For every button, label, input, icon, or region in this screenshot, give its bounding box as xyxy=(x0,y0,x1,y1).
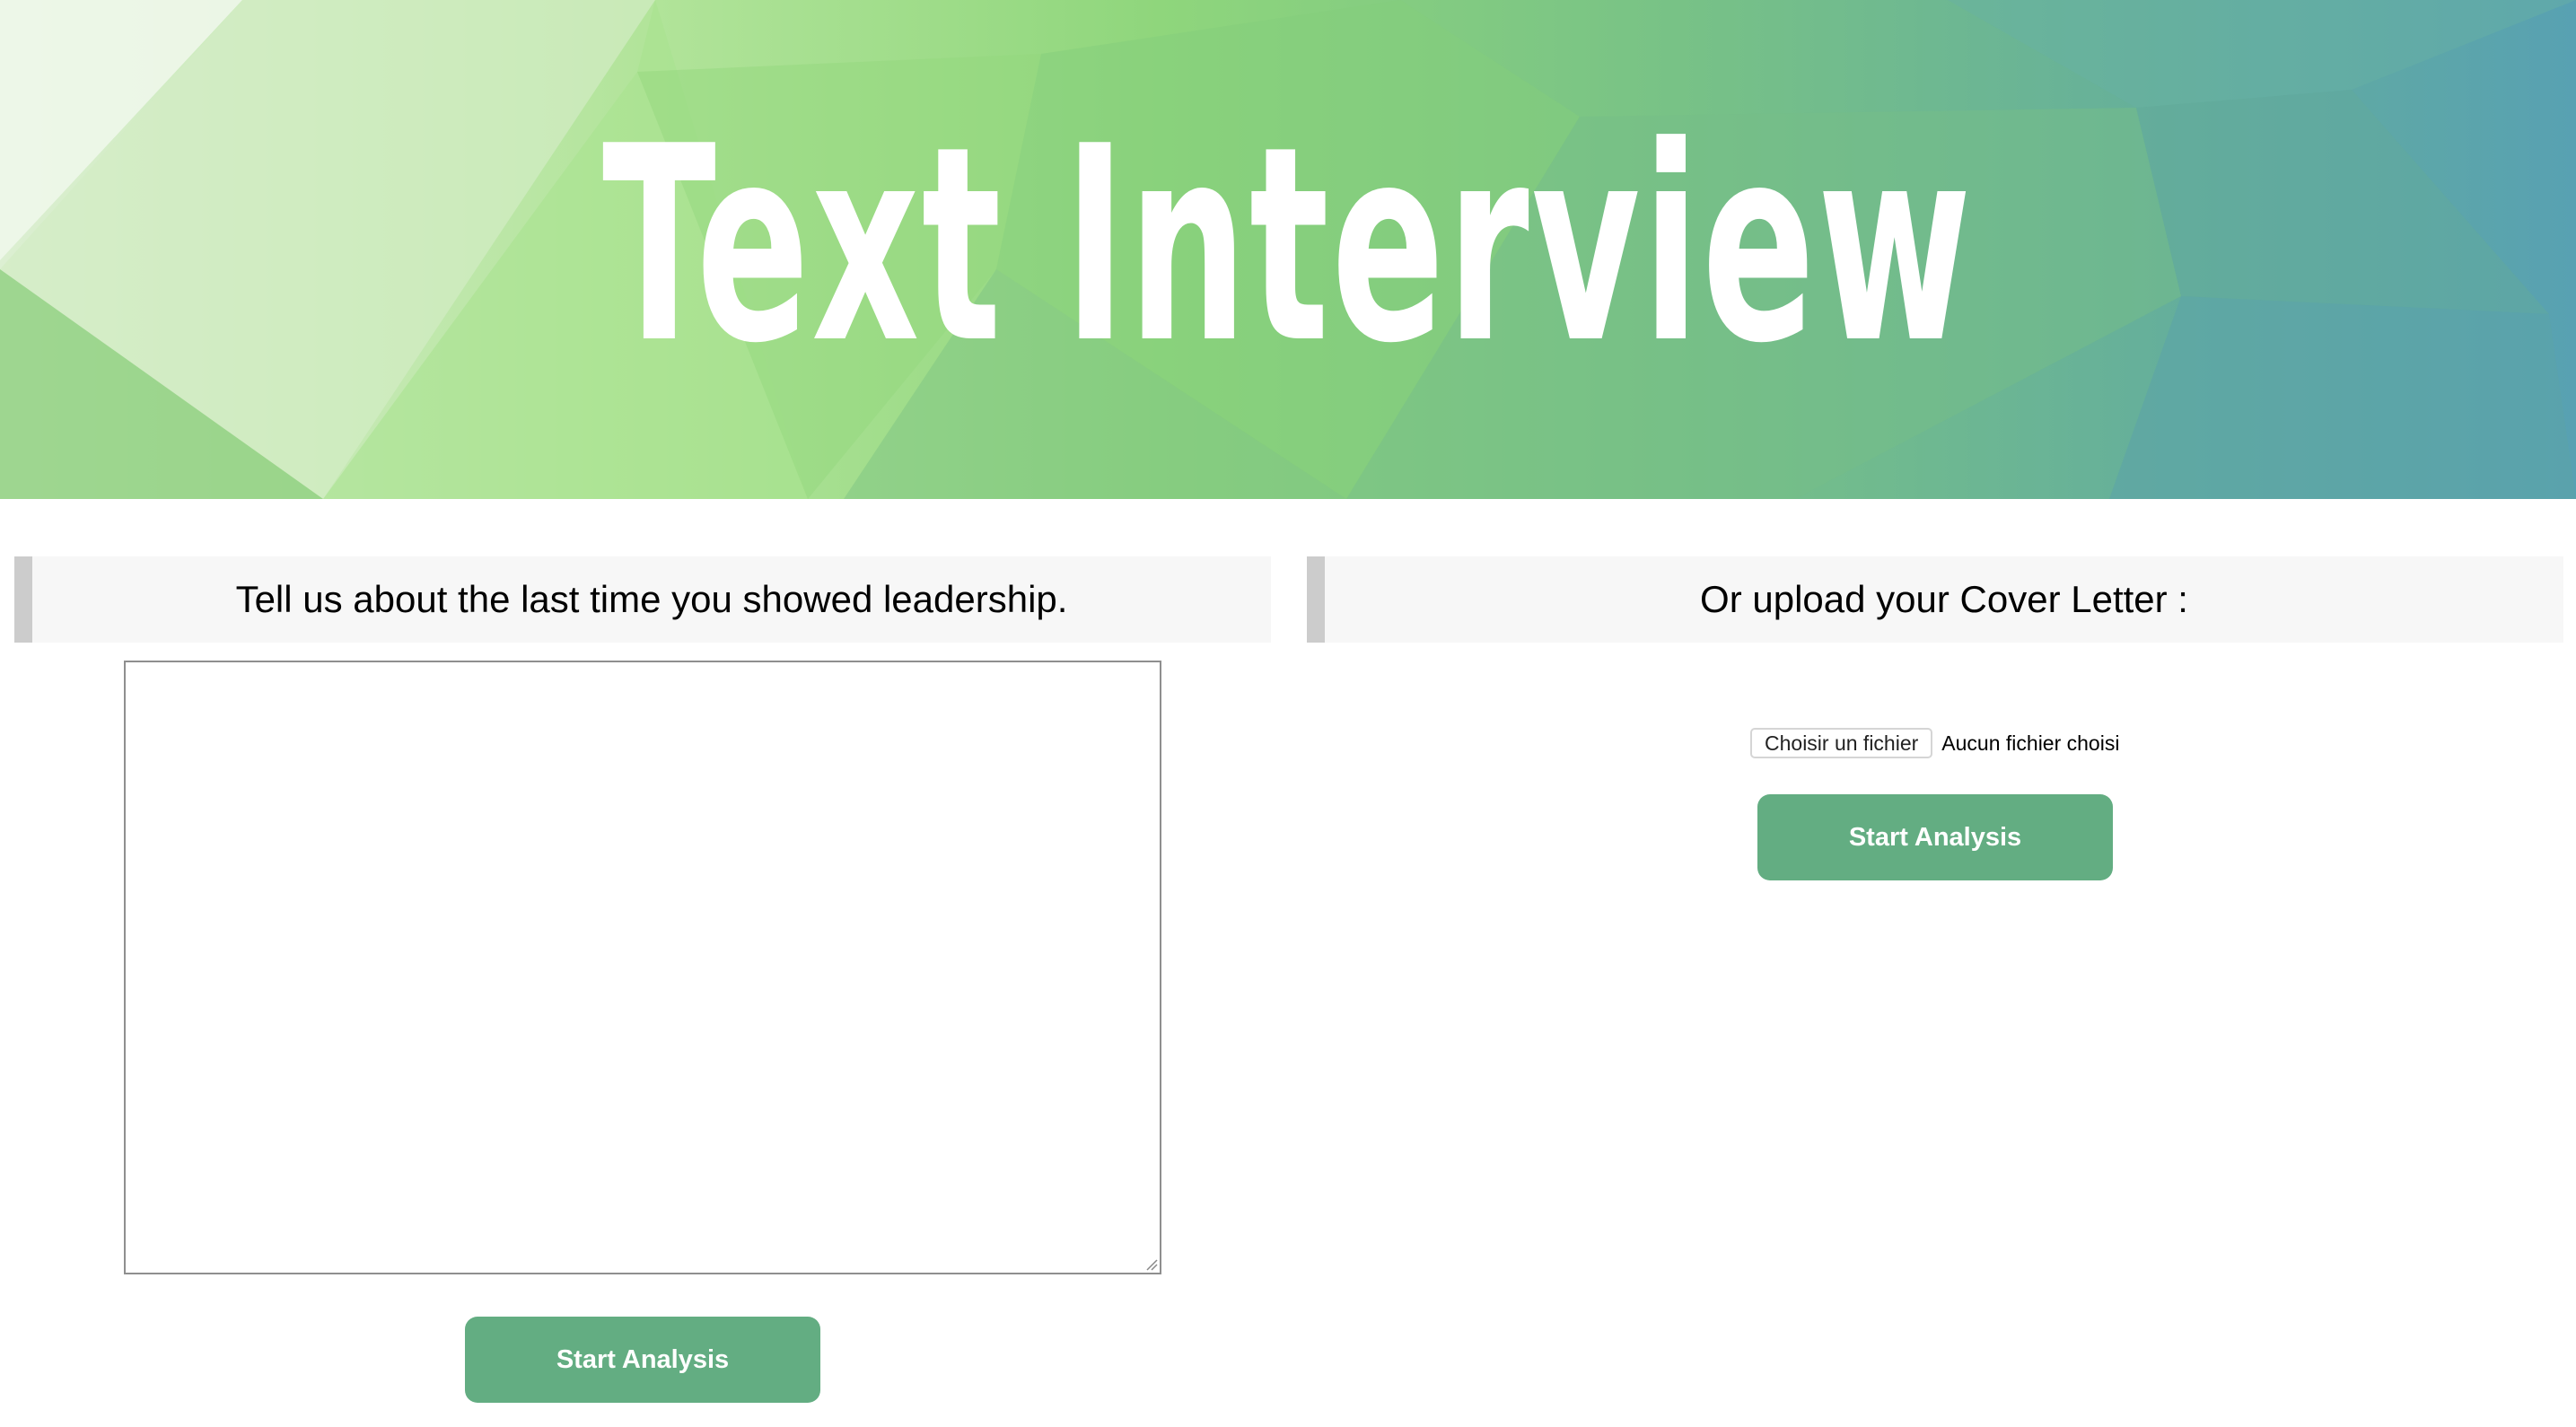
start-analysis-upload-button[interactable]: Start Analysis xyxy=(1757,794,2113,880)
question-header: Tell us about the last time you showed l… xyxy=(14,556,1271,643)
file-upload-field: Choisir un fichier Aucun fichier choisi xyxy=(1750,727,2119,759)
banner-title: Text Interview xyxy=(601,88,1975,402)
start-analysis-text-button[interactable]: Start Analysis xyxy=(465,1317,820,1403)
upload-header: Or upload your Cover Letter : xyxy=(1307,556,2563,643)
hero-banner: Text Interview xyxy=(0,0,2576,499)
question-prompt: Tell us about the last time you showed l… xyxy=(235,578,1068,620)
upload-heading: Or upload your Cover Letter : xyxy=(1700,578,2188,620)
answer-textarea[interactable] xyxy=(124,661,1161,1274)
resize-grip-icon[interactable] xyxy=(1143,1256,1158,1271)
file-status-text: Aucun fichier choisi xyxy=(1941,731,2120,755)
choose-file-button[interactable]: Choisir un fichier xyxy=(1750,728,1933,758)
